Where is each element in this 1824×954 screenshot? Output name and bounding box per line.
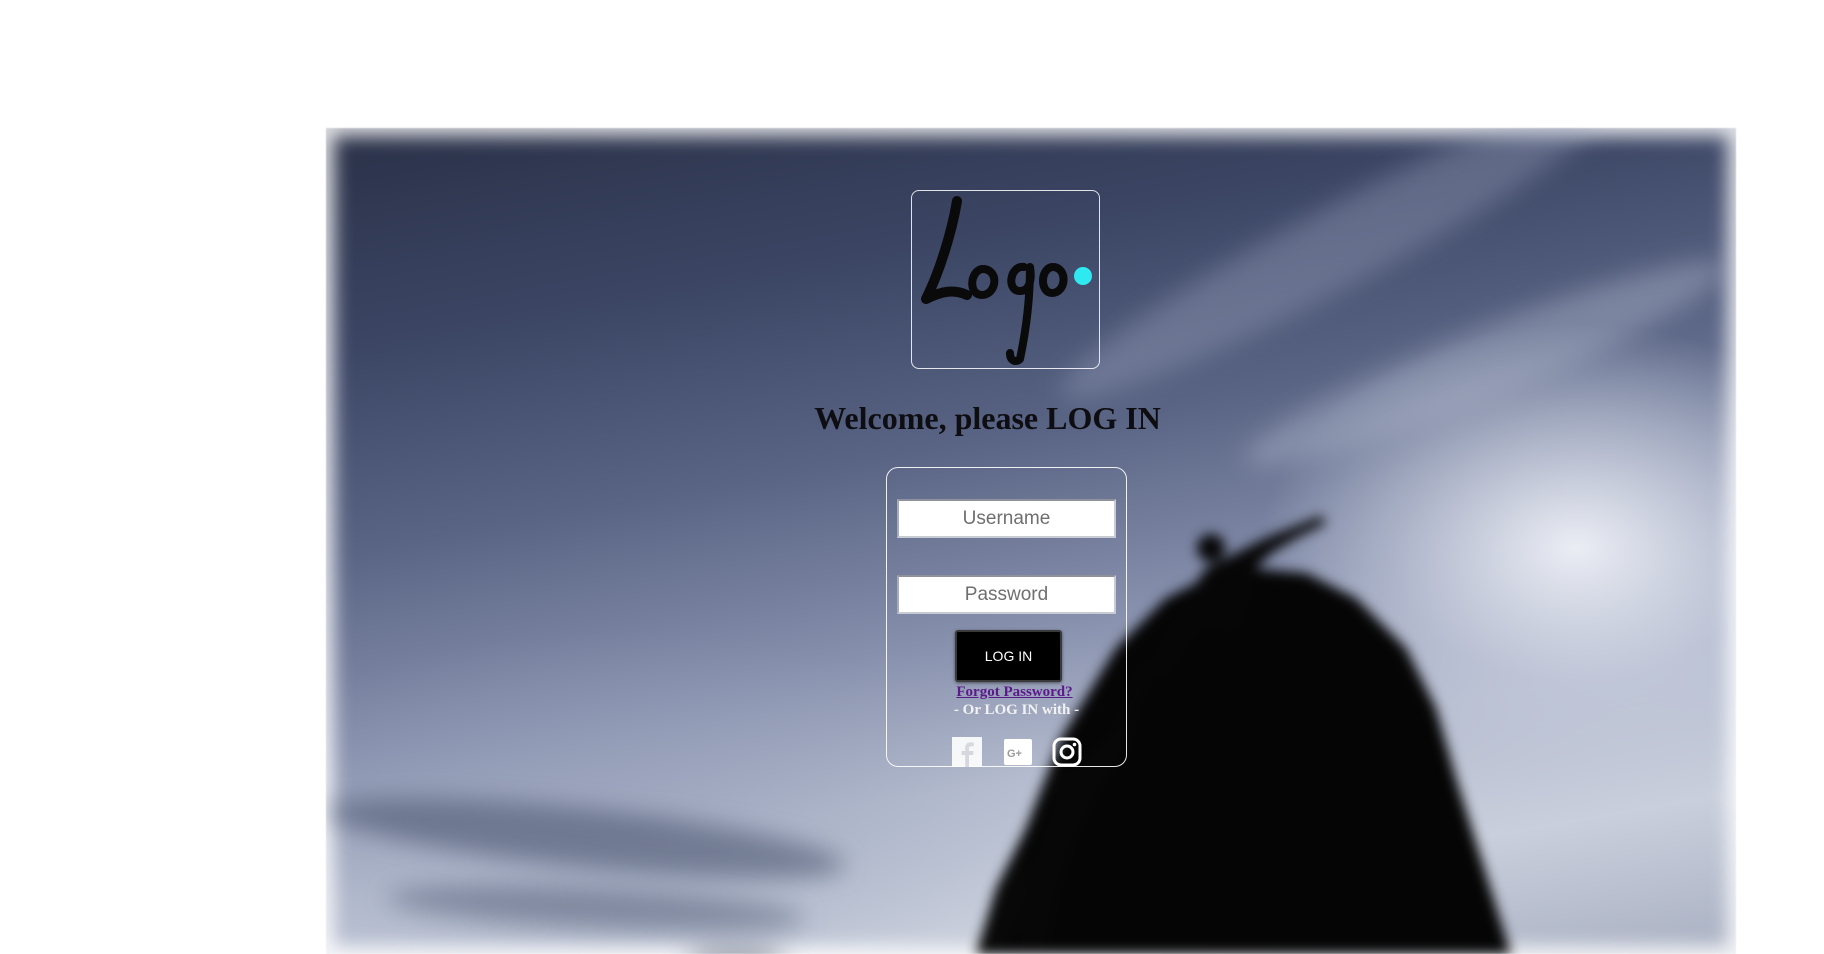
alt-login-label: - Or LOG IN with - bbox=[953, 702, 1080, 718]
login-panel: LOG IN Forgot Password? - Or LOG IN with… bbox=[886, 467, 1127, 767]
facebook-icon[interactable] bbox=[952, 737, 982, 767]
instagram-icon[interactable] bbox=[1052, 737, 1082, 767]
login-button[interactable]: LOG IN bbox=[955, 630, 1062, 682]
username-input[interactable] bbox=[897, 499, 1116, 538]
page-title: Welcome, please LOG IN bbox=[814, 400, 1161, 436]
logo-box bbox=[911, 190, 1100, 369]
forgot-password-link[interactable]: Forgot Password? bbox=[887, 684, 1126, 701]
logo-icon bbox=[921, 196, 1068, 365]
google-plus-icon[interactable]: G+ bbox=[1004, 737, 1032, 767]
password-input[interactable] bbox=[897, 575, 1116, 614]
svg-text:G+: G+ bbox=[1007, 748, 1022, 760]
logo-dot bbox=[1074, 267, 1092, 285]
